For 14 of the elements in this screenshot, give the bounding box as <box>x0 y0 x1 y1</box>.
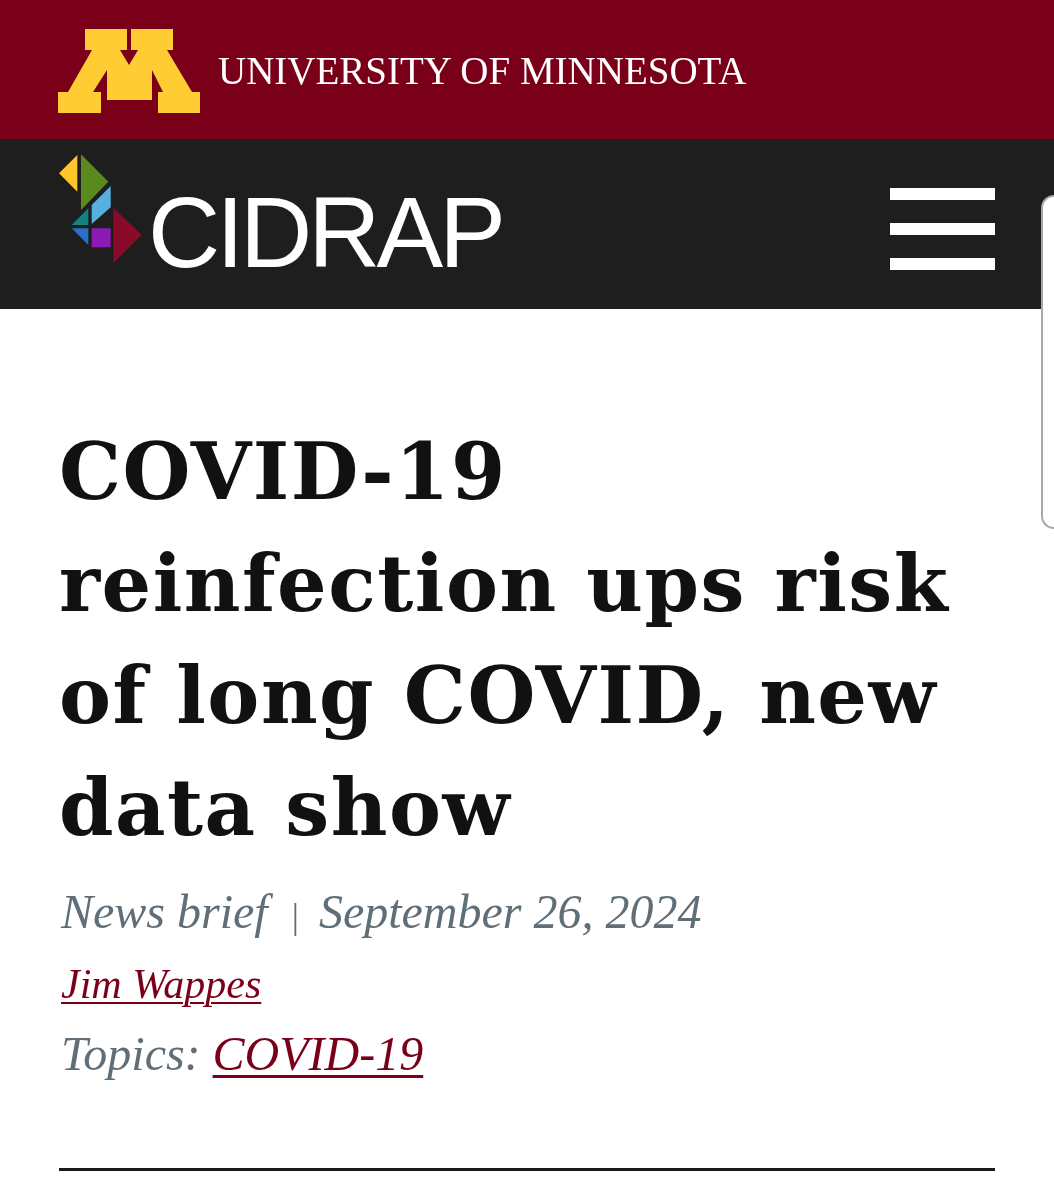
menu-button[interactable] <box>890 188 995 270</box>
menu-icon <box>890 188 995 270</box>
triangles-logo-icon <box>58 154 142 264</box>
article-date: September 26, 2024 <box>317 884 703 940</box>
topic-link[interactable]: COVID-19 <box>212 1024 428 1084</box>
article-headline: COVID-19 reinfection ups risk of long COVID, new data show <box>59 425 951 855</box>
university-wordmark[interactable]: UNIVERSITY OF MINNESOTA <box>218 48 747 93</box>
site-logo-text[interactable]: CIDRAP <box>148 182 502 282</box>
article-type: News brief <box>59 882 274 942</box>
topics-label: Topics: <box>60 1026 202 1082</box>
author-link[interactable]: Jim Wappes <box>59 961 266 1007</box>
meta-separator: | <box>291 895 299 938</box>
m-logo-icon <box>58 29 200 113</box>
edge-handle[interactable] <box>1041 195 1054 529</box>
